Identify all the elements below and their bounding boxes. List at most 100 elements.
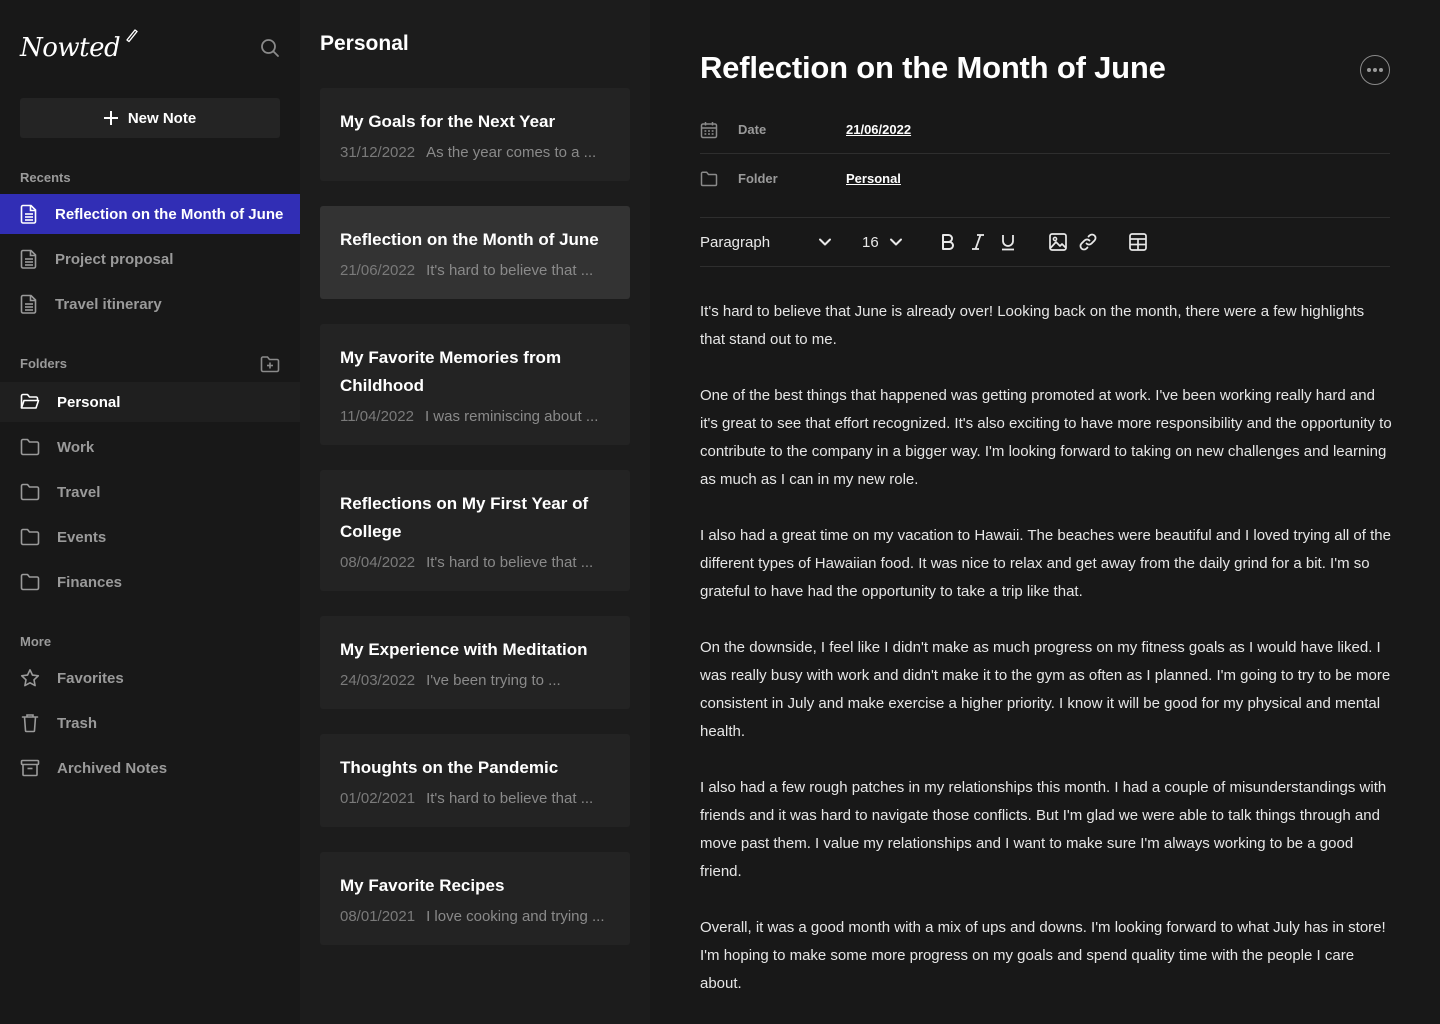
search-icon[interactable] — [260, 38, 280, 58]
note-card[interactable]: My Favorite Memories from Childhood 11/0… — [320, 324, 630, 445]
new-note-label: New Note — [127, 109, 197, 127]
logo-row: Nowted — [20, 28, 280, 68]
note-card[interactable]: Thoughts on the Pandemic 01/02/2021 It's … — [320, 734, 630, 827]
folder-open-icon — [20, 393, 40, 409]
new-note-button[interactable]: New Note — [20, 98, 280, 138]
more-item-trash[interactable]: Trash — [0, 703, 300, 743]
folder-icon — [20, 483, 40, 501]
folder-value[interactable]: Personal — [846, 171, 901, 186]
add-folder-icon[interactable] — [260, 354, 280, 374]
logo-text: Nowted — [20, 33, 121, 63]
underline-icon — [1001, 235, 1014, 251]
recent-item-label: Reflection on the Month of June — [55, 205, 284, 223]
dot — [1367, 68, 1371, 72]
insert-table-button[interactable] — [1127, 231, 1149, 253]
note-card-title: Reflection on the Month of June — [340, 230, 599, 249]
note-paragraph: It's hard to believe that June is alread… — [700, 303, 1365, 348]
block-style-select[interactable]: Paragraph — [700, 234, 832, 251]
note-card-selected[interactable]: Reflection on the Month of June 21/06/20… — [320, 206, 630, 299]
folder-row: Folder Personal — [700, 154, 1390, 203]
recent-item-label: Project proposal — [55, 250, 174, 268]
note-card-title: My Goals for the Next Year — [340, 112, 556, 131]
italic-button[interactable] — [967, 231, 989, 253]
note-paragraph: Overall, it was a good month with a mix … — [700, 919, 1386, 992]
folder-item-label: Work — [57, 438, 95, 456]
folder-item-label: Finances — [57, 573, 123, 591]
note-paragraph: On the downside, I feel like I didn't ma… — [700, 639, 1391, 740]
note-card-preview: It's hard to believe that ... — [426, 790, 594, 807]
note-card-date: 31/12/2022 — [340, 144, 416, 161]
block-style-value: Paragraph — [700, 233, 771, 251]
app-logo: Nowted — [20, 29, 138, 63]
folder-item-label: Travel — [57, 483, 101, 501]
insert-link-button[interactable] — [1077, 231, 1099, 253]
note-card[interactable]: My Goals for the Next Year 31/12/2022 As … — [320, 88, 630, 181]
folder-item-work[interactable]: Work — [0, 427, 300, 467]
note-editor: Reflection on the Month of June Date 21/… — [650, 0, 1440, 1024]
sidebar: Nowted New Note Recents Reflection on th… — [0, 0, 300, 1024]
folder-item-travel[interactable]: Travel — [0, 472, 300, 512]
folder-item-label: Personal — [57, 393, 121, 411]
pencil-icon — [126, 29, 138, 43]
note-card[interactable]: My Favorite Recipes 08/01/2021 I love coo… — [320, 852, 630, 945]
more-item-archived-notes[interactable]: Archived Notes — [0, 748, 300, 788]
note-card-date: 01/02/2021 — [340, 790, 416, 807]
note-card-title: My Experience with Meditation — [340, 640, 588, 659]
more-item-label: Favorites — [57, 669, 124, 687]
italic-icon — [971, 234, 984, 250]
chevron-down-icon — [889, 238, 902, 246]
note-card-title: Reflections on My First Year of College — [340, 494, 589, 541]
note-card-preview: I've been trying to ... — [426, 672, 561, 689]
app-window: Nowted New Note Recents Reflection on th… — [0, 0, 1440, 1024]
note-list-panel: Personal My Goals for the Next Year 31/1… — [300, 0, 650, 1024]
more-item-favorites[interactable]: Favorites — [0, 658, 300, 698]
note-paragraph: One of the best things that happened was… — [700, 387, 1392, 488]
note-card-date: 24/03/2022 — [340, 672, 416, 689]
folder-icon — [700, 171, 718, 186]
folder-item-events[interactable]: Events — [0, 517, 300, 557]
format-toolbar: Paragraph 16 — [700, 218, 1390, 266]
note-card-preview: I was reminiscing about ... — [424, 408, 599, 425]
note-card-preview: It's hard to believe that ... — [426, 262, 594, 279]
note-card-title: My Favorite Recipes — [340, 876, 505, 895]
folder-label: Folder — [738, 171, 778, 186]
note-card-date: 21/06/2022 — [340, 262, 416, 279]
more-heading: More — [20, 634, 52, 649]
font-size-select[interactable]: 16 — [862, 234, 903, 251]
font-size-value: 16 — [862, 233, 879, 251]
dot — [1373, 68, 1377, 72]
recent-item-reflection-june[interactable]: Reflection on the Month of June — [0, 194, 300, 234]
note-card-date: 08/01/2021 — [340, 908, 416, 925]
note-card[interactable]: Reflections on My First Year of College … — [320, 470, 630, 591]
note-paragraph: I also had a few rough patches in my rel… — [700, 779, 1387, 880]
chevron-down-icon — [819, 238, 831, 246]
date-label: Date — [738, 122, 767, 137]
folder-icon — [20, 438, 40, 456]
folder-icon — [20, 573, 40, 591]
document-icon — [20, 294, 37, 314]
folder-item-finances[interactable]: Finances — [0, 562, 300, 602]
recent-item-project-proposal[interactable]: Project proposal — [0, 239, 300, 279]
image-icon — [1048, 233, 1067, 251]
folder-item-label: Events — [57, 528, 107, 546]
bold-button[interactable] — [937, 231, 959, 253]
link-icon — [1079, 233, 1097, 251]
recent-item-travel-itinerary[interactable]: Travel itinerary — [0, 284, 300, 324]
note-paragraph: I also had a great time on my vacation t… — [700, 527, 1391, 600]
dot — [1379, 68, 1383, 72]
document-icon — [20, 249, 37, 269]
toolbar-bottom-divider — [700, 266, 1390, 267]
calendar-icon — [700, 121, 718, 138]
note-title[interactable]: Reflection on the Month of June — [700, 50, 1166, 86]
note-list-title: Personal — [320, 32, 409, 55]
note-card[interactable]: My Experience with Meditation 24/03/2022… — [320, 616, 630, 709]
note-card-preview: As the year comes to a ... — [426, 144, 597, 161]
note-body[interactable]: It's hard to believe that June is alread… — [700, 298, 1392, 1024]
note-card-title: My Favorite Memories from Childhood — [340, 348, 562, 395]
folders-heading: Folders — [20, 356, 67, 371]
underline-button[interactable] — [997, 231, 1019, 253]
more-options-button[interactable] — [1360, 55, 1390, 85]
insert-image-button[interactable] — [1047, 231, 1069, 253]
folder-item-personal[interactable]: Personal — [0, 382, 300, 422]
date-value[interactable]: 21/06/2022 — [846, 122, 911, 137]
